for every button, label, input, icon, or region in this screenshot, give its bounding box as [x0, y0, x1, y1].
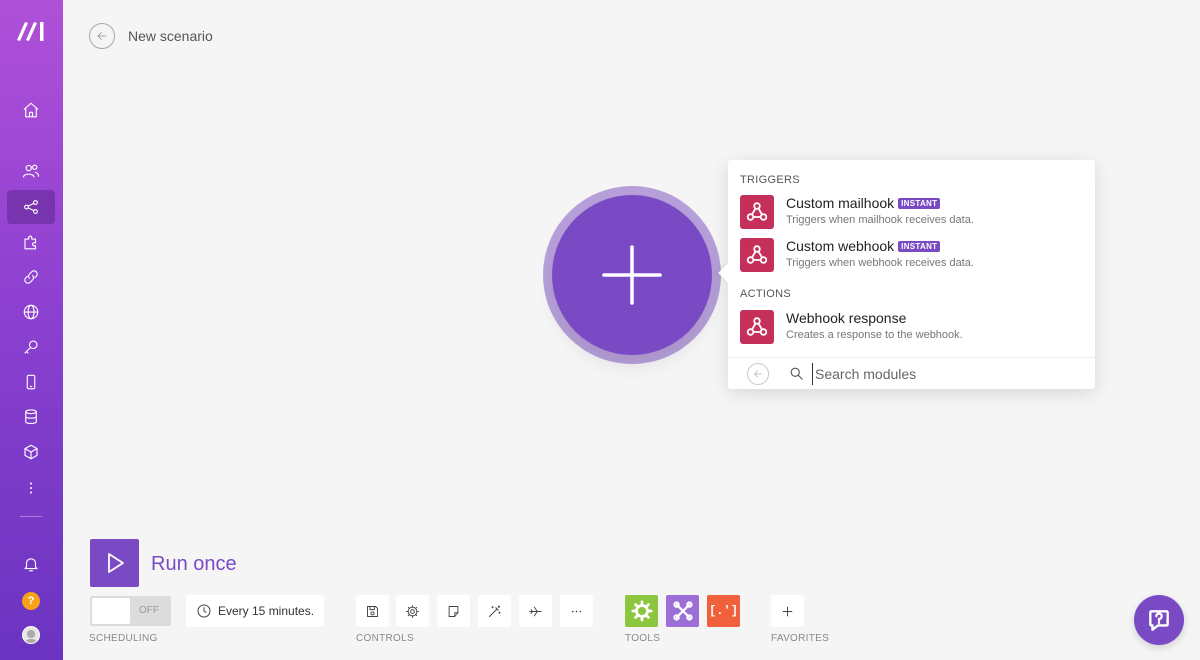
more-controls-button[interactable] [560, 595, 593, 627]
module-item-custom-mailhook[interactable]: Custom mailhook INSTANT Triggers when mai… [740, 195, 1085, 233]
scheduling-toggle[interactable]: OFF [90, 596, 171, 626]
make-logo-icon[interactable] [14, 18, 48, 44]
data-structures-box-icon[interactable] [7, 435, 55, 469]
arrow-left-icon [754, 370, 762, 378]
avatar[interactable] [22, 626, 40, 644]
webhook-icon [740, 238, 774, 272]
save-button[interactable] [356, 595, 389, 627]
scenario-settings-button[interactable] [396, 595, 429, 627]
toggle-knob [92, 598, 130, 624]
devices-phone-icon[interactable] [7, 365, 55, 399]
favorites-label: FAVORITES [771, 633, 830, 644]
notes-button[interactable] [437, 595, 470, 627]
notifications-bell-icon[interactable] [7, 547, 55, 581]
auto-align-wand-icon [489, 604, 501, 617]
webhook-icon [740, 310, 774, 344]
search-icon [789, 366, 804, 381]
explain-flow-plane-icon [529, 606, 542, 616]
team-icon[interactable] [7, 154, 55, 188]
sidebar-divider [20, 516, 42, 517]
save-icon [367, 605, 378, 617]
explain-flow-button[interactable] [519, 595, 552, 627]
clock-icon [197, 604, 211, 618]
add-favorite-button[interactable] [771, 595, 804, 627]
templates-puzzle-icon[interactable] [7, 225, 55, 259]
webhooks-globe-icon[interactable] [7, 295, 55, 329]
connections-link-icon[interactable] [7, 260, 55, 294]
schedule-text: Every 15 minutes. [218, 604, 315, 618]
scenarios-icon[interactable] [7, 190, 55, 224]
toggle-state: OFF [139, 605, 159, 616]
instant-badge: INSTANT [898, 198, 941, 209]
instant-badge: INSTANT [898, 241, 941, 252]
settings-gear-icon [406, 604, 419, 618]
help-question-icon [1149, 610, 1169, 631]
play-icon [107, 553, 124, 573]
module-item-webhook-response[interactable]: Webhook response Creates a response to t… [740, 310, 1085, 348]
help-chat-button[interactable] [1134, 595, 1184, 645]
module-description: Triggers when webhook receives data. [786, 257, 974, 269]
controls-label: CONTROLS [356, 633, 414, 644]
sidebar: ? [0, 0, 63, 660]
module-picker-footer [728, 357, 1095, 389]
webhook-icon [740, 195, 774, 229]
tools-label: TOOLS [625, 633, 661, 644]
data-stores-icon[interactable] [7, 400, 55, 434]
triggers-section-label: TRIGGERS [740, 174, 800, 186]
more-horizontal-icon [571, 610, 582, 612]
search-modules-input[interactable] [812, 363, 1082, 385]
picker-back-button[interactable] [747, 363, 769, 385]
help-icon[interactable]: ? [22, 592, 40, 610]
plus-icon [602, 245, 662, 305]
scheduling-label: SCHEDULING [89, 633, 158, 644]
flow-control-button[interactable] [625, 595, 658, 627]
run-once-label[interactable]: Run once [151, 553, 237, 576]
module-item-custom-webhook[interactable]: Custom webhook INSTANT Triggers when webh… [740, 238, 1085, 276]
tools-icon [672, 601, 693, 621]
plus-icon [782, 606, 793, 616]
keys-icon[interactable] [7, 330, 55, 364]
module-description: Triggers when mailhook receives data. [786, 214, 974, 226]
page-title: New scenario [128, 28, 213, 44]
actions-section-label: ACTIONS [740, 288, 791, 300]
add-module-button[interactable] [552, 195, 712, 355]
text-parser-button[interactable]: [.'] [707, 595, 740, 627]
run-once-button[interactable] [90, 539, 139, 587]
module-name: Custom mailhook INSTANT [786, 195, 941, 211]
module-description: Creates a response to the webhook. [786, 329, 963, 341]
home-icon[interactable] [7, 93, 55, 127]
auto-align-button[interactable] [478, 595, 511, 627]
module-name: Custom webhook INSTANT [786, 238, 941, 254]
more-vertical-icon[interactable] [7, 471, 55, 505]
notes-icon [448, 605, 459, 617]
module-picker: TRIGGERS Custom mailhook INSTANT Triggers… [728, 160, 1095, 389]
module-name: Webhook response [786, 310, 907, 326]
back-button[interactable] [89, 23, 115, 49]
flow-control-gear-icon [630, 600, 653, 622]
text-parser-icon: [.'] [709, 604, 738, 618]
arrow-left-icon [97, 32, 107, 40]
tools-button[interactable] [666, 595, 699, 627]
schedule-settings-button[interactable]: Every 15 minutes. [186, 595, 324, 627]
